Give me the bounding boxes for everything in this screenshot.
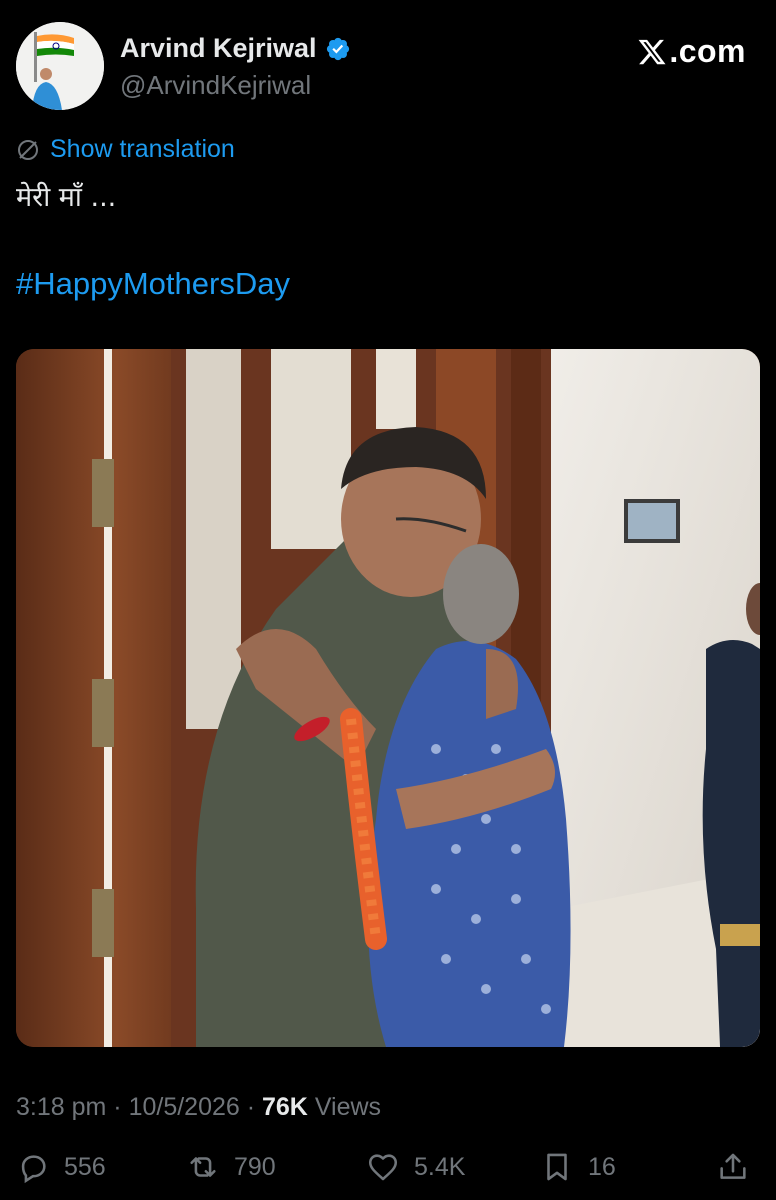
- tweet-time[interactable]: 3:18 pm: [16, 1093, 106, 1121]
- repost-count: 790: [234, 1152, 276, 1181]
- tweet-actions: 556 790 5.4K 16: [16, 1150, 760, 1194]
- meta-separator-2: ·: [239, 1093, 262, 1121]
- x-brand: .com: [637, 33, 746, 70]
- bookmark-icon: [547, 1153, 567, 1181]
- meta-separator: ·: [106, 1093, 129, 1121]
- hashtag-link[interactable]: #HappyMothersDay: [16, 266, 290, 302]
- share-icon: [720, 1153, 746, 1179]
- tweet-meta: 3:18 pm · 10/5/2026 · 76K Views: [16, 1093, 381, 1122]
- reply-count: 556: [64, 1152, 106, 1181]
- like-count: 5.4K: [414, 1152, 466, 1181]
- show-translation-label[interactable]: Show translation: [50, 135, 235, 164]
- globe-icon: [18, 139, 38, 160]
- share-button[interactable]: [716, 1150, 750, 1184]
- author-name[interactable]: Arvind Kejriwal: [120, 33, 351, 64]
- tweet-date[interactable]: 10/5/2026: [129, 1093, 240, 1121]
- tweet-photo[interactable]: [16, 349, 760, 1047]
- views-count: 76K: [262, 1093, 308, 1121]
- avatar[interactable]: [16, 22, 104, 110]
- views-label: Views: [307, 1093, 382, 1121]
- author-name-text[interactable]: Arvind Kejriwal: [120, 33, 317, 64]
- tweet-header: Arvind Kejriwal @ArvindKejriwal .com: [0, 0, 776, 120]
- author-handle[interactable]: @ArvindKejriwal: [120, 70, 311, 101]
- repost-button[interactable]: 790: [186, 1150, 276, 1184]
- heart-icon: [368, 1154, 398, 1181]
- bookmark-button[interactable]: 16: [540, 1150, 616, 1184]
- repost-icon: [190, 1157, 216, 1177]
- reply-icon: [21, 1155, 46, 1184]
- show-translation-button[interactable]: Show translation: [16, 135, 235, 164]
- tweet-text: मेरी माँ ...: [16, 182, 117, 213]
- x-logo-icon: [638, 39, 666, 64]
- like-button[interactable]: 5.4K: [366, 1150, 465, 1184]
- verified-badge-icon: [326, 37, 349, 60]
- bookmark-count: 16: [588, 1152, 616, 1181]
- reply-button[interactable]: 556: [16, 1150, 106, 1184]
- brand-domain: .com: [669, 33, 746, 69]
